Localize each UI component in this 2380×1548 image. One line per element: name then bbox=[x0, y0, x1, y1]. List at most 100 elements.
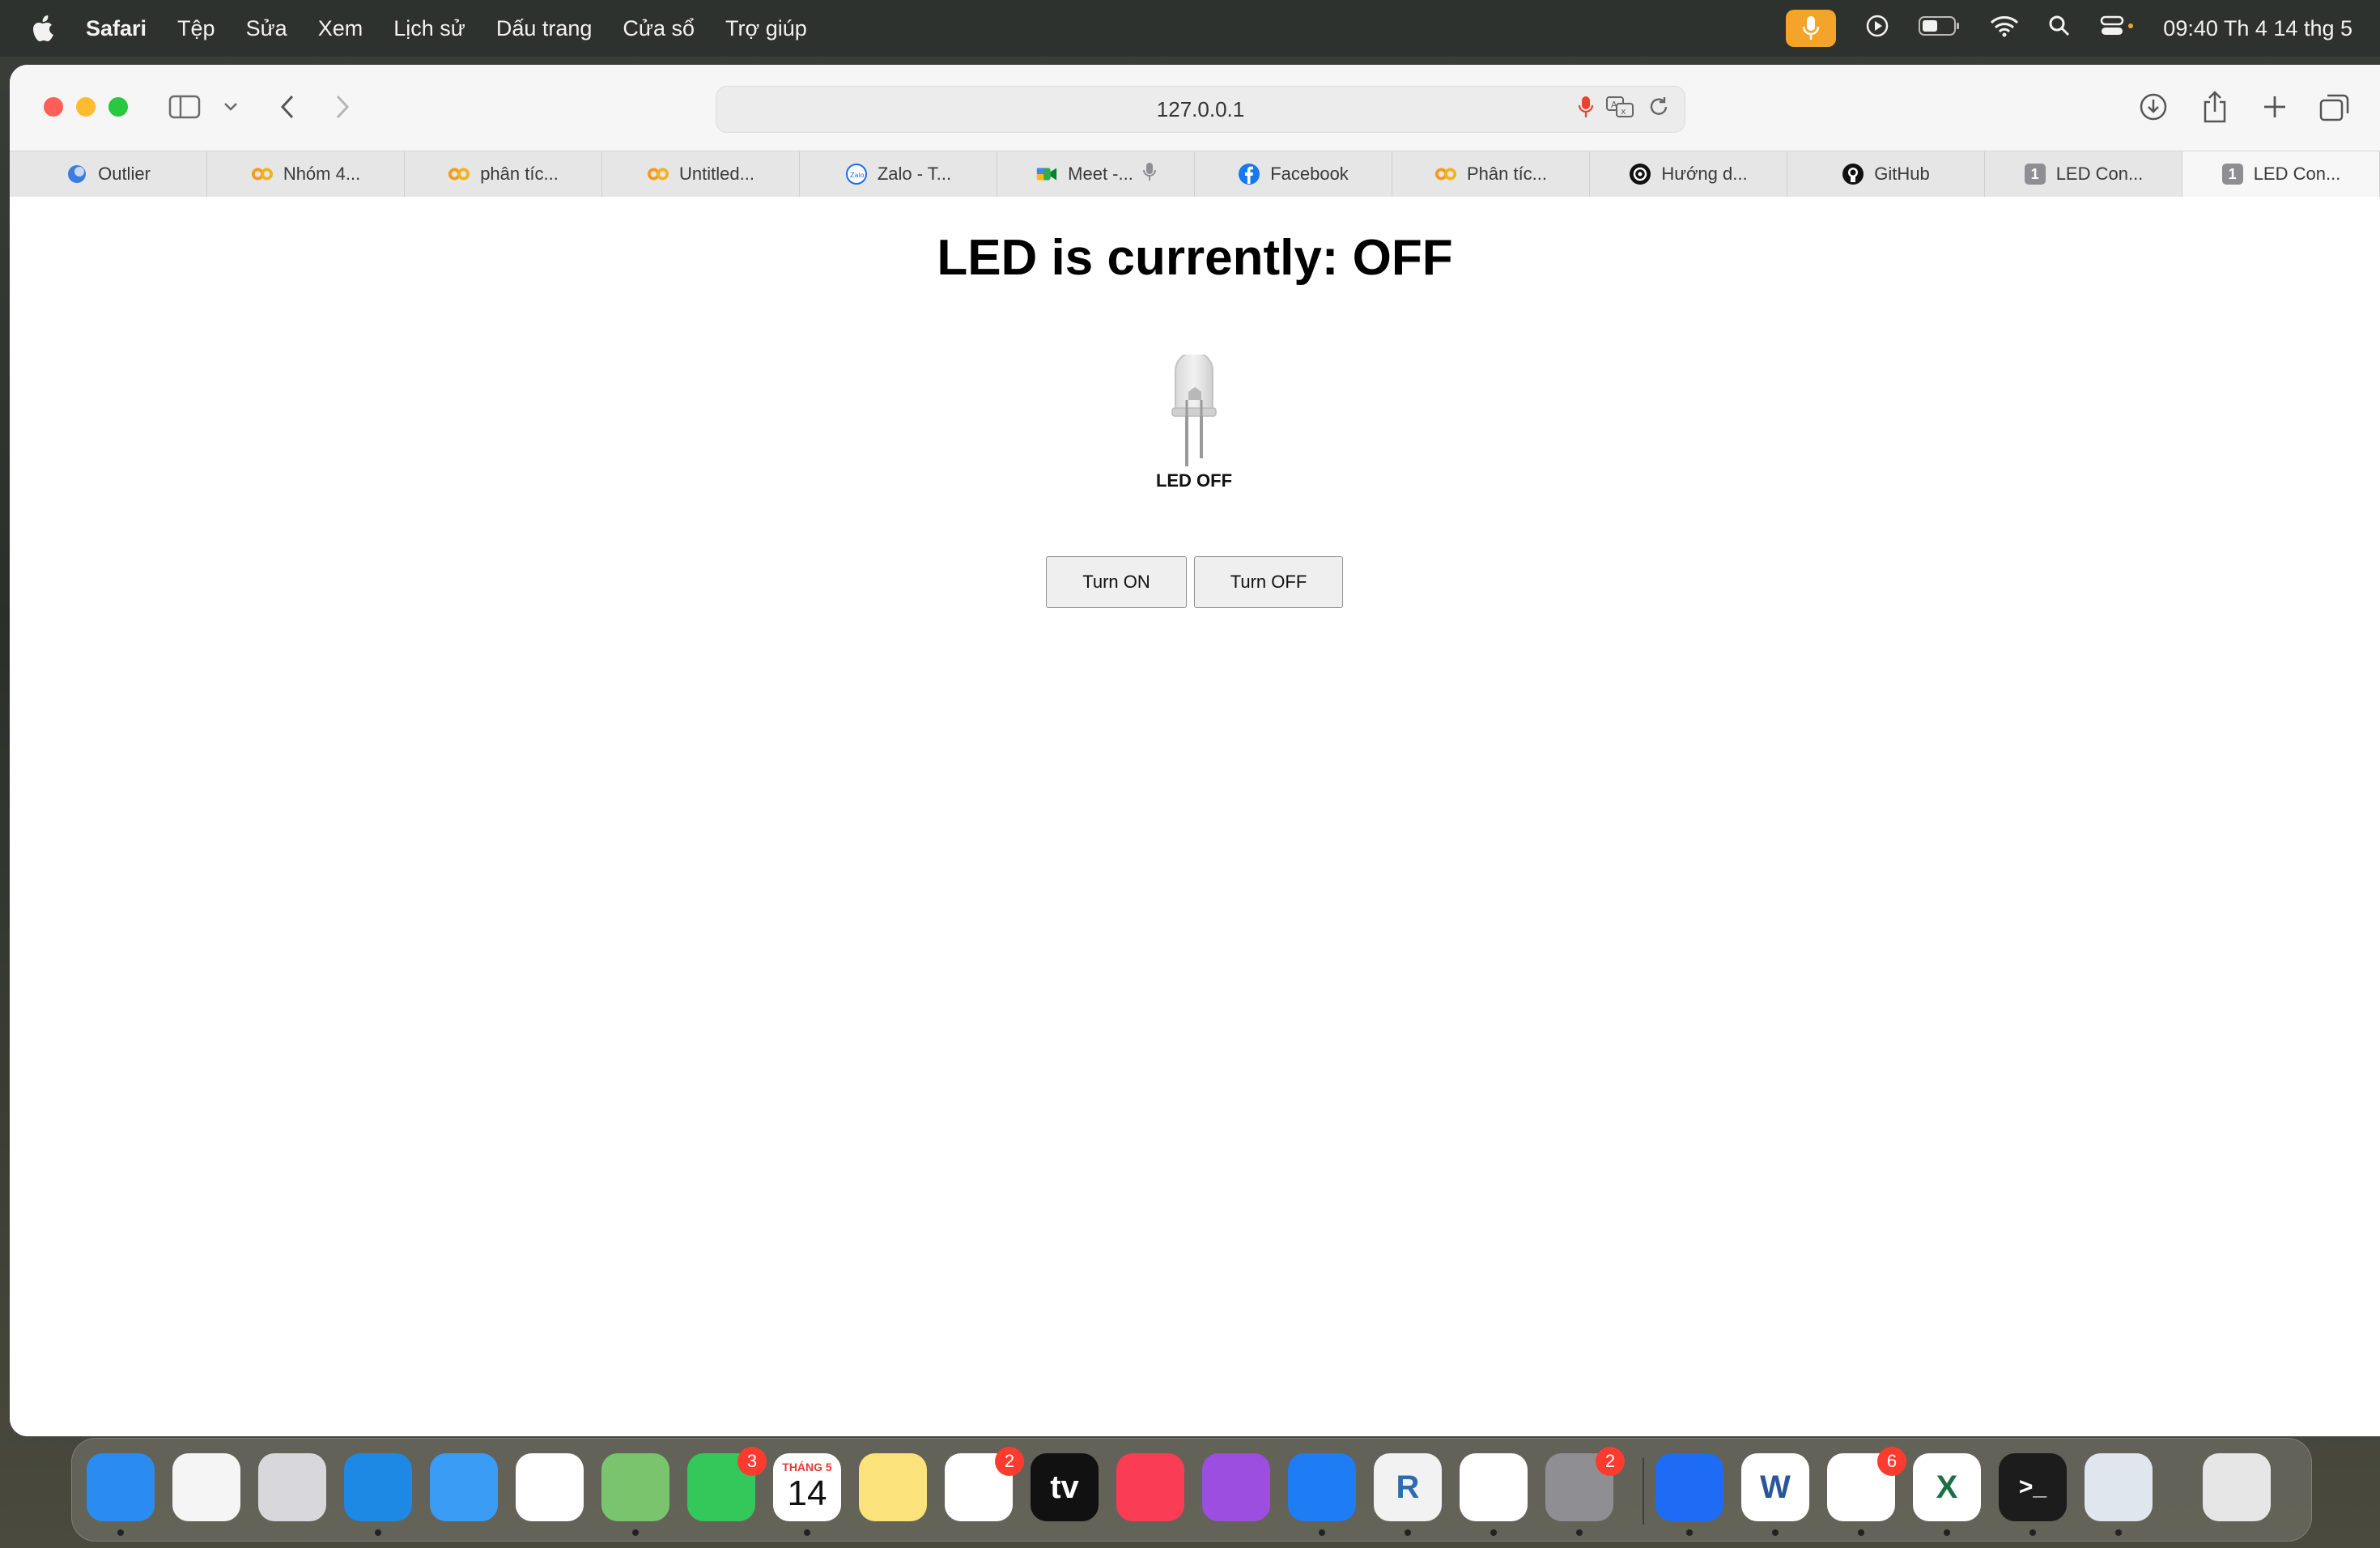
running-indicator bbox=[1576, 1529, 1583, 1536]
github-icon bbox=[1842, 163, 1864, 185]
share-icon[interactable] bbox=[2197, 89, 2233, 125]
excel-icon[interactable]: X bbox=[1913, 1453, 1981, 1521]
page-title: LED is currently: OFF bbox=[937, 230, 1453, 286]
tab-outlier[interactable]: Outlier bbox=[10, 151, 207, 197]
turn-on-button[interactable]: Turn ON bbox=[1046, 556, 1187, 608]
menu-view[interactable]: Xem bbox=[318, 16, 363, 41]
word-icon[interactable]: W bbox=[1741, 1453, 1809, 1521]
tab-overview-icon[interactable] bbox=[2317, 89, 2352, 125]
messenger-badge: 6 bbox=[1877, 1447, 1906, 1476]
klack-icon[interactable] bbox=[1655, 1453, 1723, 1521]
new-tab-icon[interactable] bbox=[2257, 89, 2293, 125]
badge-1-icon: 1 bbox=[2221, 163, 2244, 185]
tab-colab-phan-tich[interactable]: phân tíc... bbox=[405, 151, 602, 197]
running-indicator bbox=[1405, 1529, 1411, 1536]
menu-window[interactable]: Cửa sổ bbox=[623, 16, 695, 41]
apple-tv-icon[interactable]: tv bbox=[1031, 1453, 1099, 1521]
minimize-window-button[interactable] bbox=[76, 97, 96, 117]
microphone-in-use-icon[interactable] bbox=[1786, 10, 1837, 47]
tab-led-control-active[interactable]: 1 LED Con... bbox=[2182, 151, 2380, 197]
close-window-button[interactable] bbox=[44, 97, 63, 117]
forward-button-icon[interactable] bbox=[329, 89, 356, 125]
menu-help[interactable]: Trợ giúp bbox=[725, 16, 807, 41]
menu-file[interactable]: Tệp bbox=[177, 16, 215, 41]
tab-facebook[interactable]: Facebook bbox=[1195, 151, 1392, 197]
tab-zalo[interactable]: Zalo Zalo - T... bbox=[800, 151, 997, 197]
back-button-icon[interactable] bbox=[274, 89, 301, 125]
system-settings-badge: 2 bbox=[1596, 1447, 1625, 1476]
battery-icon[interactable] bbox=[1919, 15, 1961, 42]
translate-icon[interactable]: Ax bbox=[1605, 95, 1636, 123]
preview-icon[interactable] bbox=[2085, 1453, 2153, 1521]
tab-colab-nhom[interactable]: Nhóm 4... bbox=[207, 151, 405, 197]
calendar-icon[interactable]: THÁNG 5 14 bbox=[773, 1453, 841, 1521]
svg-text:A: A bbox=[1611, 100, 1617, 110]
tab-label: Zalo - T... bbox=[877, 164, 952, 184]
reload-icon[interactable] bbox=[1647, 96, 1670, 122]
turn-off-button[interactable]: Turn OFF bbox=[1194, 556, 1343, 608]
now-playing-icon[interactable] bbox=[1865, 14, 1889, 44]
tab-github[interactable]: GitHub bbox=[1787, 151, 1985, 197]
freeform-icon[interactable] bbox=[172, 1453, 240, 1521]
address-bar[interactable]: 127.0.0.1 Ax bbox=[716, 86, 1685, 133]
calendar-month: THÁNG 5 bbox=[782, 1461, 832, 1474]
tab-label: LED Con... bbox=[2055, 164, 2144, 184]
maps-icon[interactable] bbox=[601, 1453, 669, 1521]
colab-icon bbox=[251, 163, 274, 185]
finder-icon[interactable] bbox=[87, 1453, 155, 1521]
apple-tv-glyph: tv bbox=[1050, 1469, 1079, 1505]
trash-icon[interactable] bbox=[2203, 1453, 2271, 1521]
r-app-icon[interactable]: R bbox=[1374, 1453, 1442, 1521]
facetime-badge: 3 bbox=[737, 1447, 767, 1476]
browser-toolbar: 127.0.0.1 Ax bbox=[10, 65, 2380, 151]
search-icon[interactable] bbox=[2048, 15, 2071, 43]
svg-text:x: x bbox=[1621, 106, 1626, 117]
running-indicator bbox=[2115, 1529, 2122, 1536]
menu-history[interactable]: Lịch sử bbox=[393, 16, 465, 41]
fullscreen-window-button[interactable] bbox=[108, 97, 128, 117]
dock-separator bbox=[1643, 1458, 1644, 1525]
led-status-caption: LED OFF bbox=[1155, 470, 1233, 491]
mail-icon[interactable] bbox=[430, 1453, 498, 1521]
safari-icon[interactable] bbox=[344, 1453, 412, 1521]
running-indicator bbox=[1944, 1529, 1950, 1536]
launchpad-icon[interactable] bbox=[258, 1453, 326, 1521]
running-indicator bbox=[632, 1529, 639, 1536]
url-text[interactable]: 127.0.0.1 bbox=[716, 97, 1685, 122]
calendar-day: 14 bbox=[787, 1474, 827, 1513]
sidebar-toggle-icon[interactable] bbox=[167, 89, 202, 125]
music-icon[interactable] bbox=[1116, 1453, 1184, 1521]
tab-colab-phan-tich-2[interactable]: Phân tíc... bbox=[1392, 151, 1590, 197]
svg-text:Zalo: Zalo bbox=[850, 172, 865, 179]
tab-led-control-1[interactable]: 1 LED Con... bbox=[1985, 151, 2182, 197]
tab-colab-untitled[interactable]: Untitled... bbox=[602, 151, 800, 197]
notes-icon[interactable] bbox=[859, 1453, 927, 1521]
menu-app-safari[interactable]: Safari bbox=[86, 16, 147, 41]
reminders-badge: 2 bbox=[995, 1447, 1024, 1476]
dock: 3 THÁNG 5 14 2 tv R 2 W 6 X >_ bbox=[71, 1438, 2312, 1542]
downloads-icon[interactable] bbox=[2136, 89, 2171, 125]
chevron-down-icon[interactable] bbox=[222, 89, 240, 125]
tab-label: Untitled... bbox=[679, 164, 754, 184]
menu-clock[interactable]: 09:40 Th 4 14 thg 5 bbox=[2163, 16, 2352, 41]
web-page-content: LED is currently: OFF LED OFF Turn ON Tu… bbox=[10, 197, 2380, 1436]
tab-meet[interactable]: Meet -... bbox=[997, 151, 1195, 197]
microphone-icon[interactable] bbox=[1578, 95, 1594, 123]
tab-chatgpt[interactable]: Hướng d... bbox=[1590, 151, 1787, 197]
control-center-icon[interactable] bbox=[2100, 15, 2134, 43]
led-bulb-icon bbox=[1158, 351, 1230, 468]
menu-bookmarks[interactable]: Dấu trang bbox=[496, 16, 593, 41]
apple-icon[interactable] bbox=[32, 15, 57, 42]
menu-edit[interactable]: Sửa bbox=[246, 16, 287, 41]
address-bar-icons: Ax bbox=[1578, 95, 1670, 123]
app-store-icon[interactable] bbox=[1288, 1453, 1356, 1521]
vscode-icon[interactable] bbox=[1460, 1453, 1528, 1521]
podcasts-icon[interactable] bbox=[1202, 1453, 1270, 1521]
tab-microphone-icon[interactable] bbox=[1142, 161, 1156, 187]
tab-label: Outlier bbox=[98, 164, 151, 184]
colab-icon bbox=[448, 163, 470, 185]
running-indicator bbox=[804, 1529, 810, 1536]
wifi-icon[interactable] bbox=[1990, 15, 2019, 43]
photos-icon[interactable] bbox=[516, 1453, 584, 1521]
terminal-icon[interactable]: >_ bbox=[1999, 1453, 2067, 1521]
